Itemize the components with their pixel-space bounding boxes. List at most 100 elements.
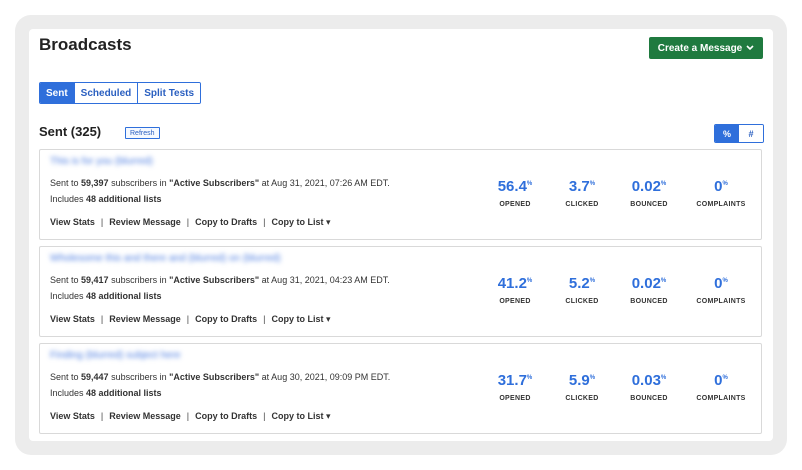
sent-info: Sent to 59,447 subscribers in "Active Su… (50, 372, 390, 382)
list-name: "Active Subscribers" (169, 275, 260, 285)
clicked-label: CLICKED (565, 395, 599, 402)
complaints-label: COMPLAINTS (696, 201, 746, 208)
copy-to-drafts-link[interactable]: Copy to Drafts (195, 217, 257, 228)
stat-bounced: 0.03% BOUNCED (619, 372, 679, 402)
stat-bounced: 0.02% BOUNCED (619, 178, 679, 208)
clicked-label: CLICKED (565, 201, 599, 208)
sent-heading: Sent (325) (39, 124, 102, 139)
stats-group: 41.2% OPENED 5.2% CLICKED 0.02% BOUNCED … (485, 275, 755, 315)
sent-prefix: Sent to (50, 372, 82, 382)
review-message-link[interactable]: Review Message (109, 217, 181, 228)
clicked-value: 5.9 (568, 372, 590, 389)
copy-to-drafts-link[interactable]: Copy to Drafts (195, 411, 257, 422)
sent-mid: subscribers in (108, 275, 170, 285)
list-name: "Active Subscribers" (169, 372, 260, 382)
includes-prefix: Includes (50, 194, 87, 204)
complaints-value: 0 (714, 275, 723, 292)
separator: | (263, 411, 266, 421)
includes-count: 48 additional lists (86, 388, 162, 398)
stats-group: 56.4% OPENED 3.7% CLICKED 0.02% BOUNCED … (485, 178, 755, 218)
opened-label: OPENED (499, 201, 531, 208)
complaints-unit: % (722, 375, 728, 381)
stats-group: 31.7% OPENED 5.9% CLICKED 0.03% BOUNCED … (485, 372, 755, 412)
stat-complaints: 0% COMPLAINTS (691, 372, 751, 402)
stat-clicked: 5.2% CLICKED (552, 275, 612, 305)
stat-opened: 41.2% OPENED (485, 275, 545, 305)
sent-prefix: Sent to (50, 178, 82, 188)
stat-bounced: 0.02% BOUNCED (619, 275, 679, 305)
percent-count-toggle: % # (714, 124, 764, 143)
stat-complaints: 0% COMPLAINTS (691, 178, 751, 208)
bounced-unit: % (660, 181, 667, 187)
opened-value: 41.2 (497, 275, 527, 292)
sent-mid: subscribers in (108, 178, 170, 188)
sent-info: Sent to 59,417 subscribers in "Active Su… (50, 275, 390, 285)
includes-count: 48 additional lists (86, 291, 162, 301)
bounced-label: BOUNCED (630, 395, 668, 402)
card-actions: View Stats | Review Message | Copy to Dr… (50, 411, 330, 422)
bounced-label: BOUNCED (630, 298, 668, 305)
includes-prefix: Includes (50, 291, 87, 301)
tab-sent[interactable]: Sent (40, 83, 75, 103)
copy-to-drafts-link[interactable]: Copy to Drafts (195, 314, 257, 325)
includes-prefix: Includes (50, 388, 87, 398)
opened-label: OPENED (499, 298, 531, 305)
page-title: Broadcasts (39, 35, 132, 54)
toggle-count[interactable]: # (739, 125, 763, 142)
includes-info: Includes 48 additional lists (50, 194, 162, 204)
complaints-unit: % (722, 278, 728, 284)
stat-clicked: 5.9% CLICKED (552, 372, 612, 402)
subscriber-count: 59,447 (81, 372, 109, 382)
opened-value: 56.4 (497, 178, 527, 195)
stat-complaints: 0% COMPLAINTS (691, 275, 751, 305)
bounced-value: 0.02 (631, 275, 661, 292)
clicked-unit: % (589, 375, 596, 381)
broadcast-card: This is for you (blurred) Sent to 59,397… (39, 149, 762, 240)
separator: | (100, 217, 104, 227)
view-stats-link[interactable]: View Stats (50, 217, 95, 228)
separator: | (100, 314, 104, 324)
toggle-percent[interactable]: % (715, 125, 739, 142)
complaints-value: 0 (714, 178, 723, 195)
broadcasts-panel: Broadcasts Create a Message Sent Schedul… (29, 29, 773, 441)
clicked-value: 3.7 (568, 178, 590, 195)
review-message-link[interactable]: Review Message (109, 314, 181, 325)
broadcast-tabs: Sent Scheduled Split Tests (39, 82, 202, 104)
separator: | (186, 411, 190, 421)
subscriber-count: 59,417 (81, 275, 109, 285)
view-stats-link[interactable]: View Stats (50, 314, 95, 325)
opened-value: 31.7 (497, 372, 527, 389)
refresh-button[interactable]: Refresh (125, 127, 160, 139)
includes-info: Includes 48 additional lists (50, 388, 162, 398)
opened-unit: % (526, 278, 533, 284)
stat-opened: 31.7% OPENED (485, 372, 545, 402)
view-stats-link[interactable]: View Stats (50, 411, 95, 422)
broadcast-subject-link[interactable]: Finding (blurred) subject here (50, 350, 181, 362)
tab-split-tests[interactable]: Split Tests (138, 83, 201, 103)
clicked-value: 5.2 (568, 275, 590, 292)
broadcast-subject-link[interactable]: Wholesome this and there and (blurred) o… (50, 253, 281, 265)
review-message-link[interactable]: Review Message (109, 411, 181, 422)
copy-to-list-dropdown[interactable]: Copy to List ▾ (271, 217, 330, 228)
clicked-unit: % (589, 278, 596, 284)
create-message-button[interactable]: Create a Message (649, 37, 763, 59)
complaints-value: 0 (714, 372, 723, 389)
complaints-label: COMPLAINTS (696, 395, 746, 402)
create-message-label: Create a Message (657, 42, 743, 54)
separator: | (263, 314, 266, 324)
broadcast-subject-link[interactable]: This is for you (blurred) (50, 156, 153, 168)
stat-clicked: 3.7% CLICKED (552, 178, 612, 208)
copy-to-list-dropdown[interactable]: Copy to List ▾ (271, 411, 330, 422)
sent-info: Sent to 59,397 subscribers in "Active Su… (50, 178, 390, 188)
list-name: "Active Subscribers" (169, 178, 260, 188)
separator: | (186, 314, 190, 324)
complaints-label: COMPLAINTS (696, 298, 746, 305)
copy-to-list-dropdown[interactable]: Copy to List ▾ (271, 314, 330, 325)
includes-info: Includes 48 additional lists (50, 291, 162, 301)
opened-unit: % (526, 181, 533, 187)
broadcast-card: Wholesome this and there and (blurred) o… (39, 246, 762, 337)
bounced-unit: % (660, 278, 667, 284)
tab-scheduled[interactable]: Scheduled (74, 83, 139, 103)
chevron-down-icon (746, 43, 754, 53)
separator: | (186, 217, 190, 227)
